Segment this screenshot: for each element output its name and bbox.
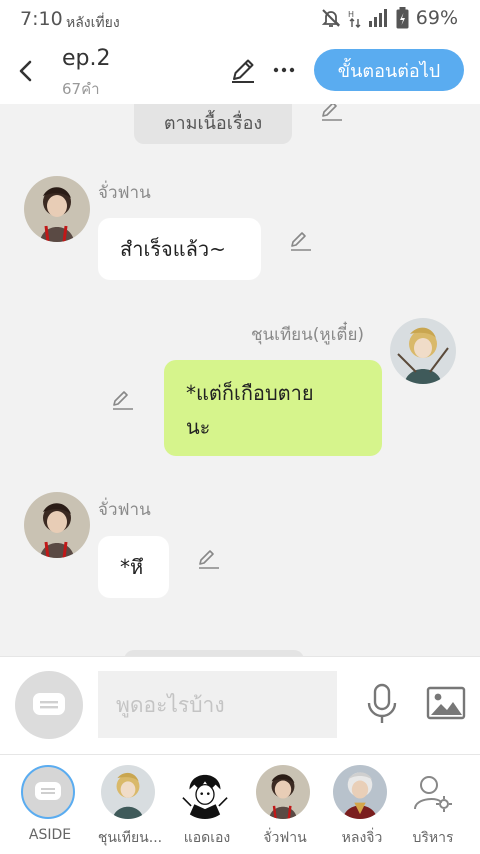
status-icons: H 69%: [321, 7, 458, 29]
chat-bubble-icon: [33, 693, 65, 715]
battery-percent: 69%: [415, 7, 458, 29]
message-bubble[interactable]: สำเร็จแล้ว~: [98, 218, 261, 280]
chat-bubble-icon: [35, 782, 61, 800]
character-longjiu[interactable]: หลงจิ่ว: [322, 765, 402, 853]
character-aside[interactable]: ASIDE: [10, 765, 90, 853]
character-admin[interactable]: แอดเอง: [167, 765, 247, 853]
character-label: ชุนเทียน...: [97, 830, 163, 846]
aside-mode-button[interactable]: [15, 671, 83, 739]
message-input[interactable]: [98, 671, 337, 738]
edit-narration-icon[interactable]: [320, 104, 344, 122]
edit-pencil-icon[interactable]: [229, 56, 257, 84]
message-line: นะ: [186, 415, 211, 439]
svg-text:H: H: [348, 10, 354, 19]
character-chuntian[interactable]: ชุนเทียน...: [90, 765, 170, 853]
status-time: 7:10: [20, 8, 63, 30]
microphone-icon[interactable]: [364, 683, 400, 725]
avatar-juafan[interactable]: [24, 492, 90, 558]
image-icon[interactable]: [426, 685, 466, 721]
message-bubble[interactable]: *หึ: [98, 536, 169, 598]
character-label: แอดเอง: [183, 830, 231, 846]
signal-icon: [368, 9, 387, 27]
back-arrow-icon[interactable]: [14, 56, 38, 86]
network-type-icon: H: [348, 10, 361, 28]
character-label: ASIDE: [28, 827, 72, 843]
input-bar: [0, 656, 480, 754]
top-bar: ep.2 67คำ ขั้นตอนต่อไป: [0, 38, 480, 104]
character-juafan[interactable]: จั่วฟาน: [245, 765, 325, 853]
avatar: [178, 765, 232, 819]
narration-bubble[interactable]: ตามเนื้อเรื่อง: [134, 104, 292, 144]
sender-name: จั่วฟาน: [98, 183, 151, 203]
character-label: จั่วฟาน: [263, 830, 307, 846]
manage-characters-button[interactable]: บริหาร: [393, 765, 473, 853]
character-bar: ASIDE ชุนเทียน... แอดเอง จั่วฟาน หลงจิ่ว…: [0, 754, 480, 854]
sender-name: ชุนเทียน(หูเตี๋ย): [251, 325, 365, 345]
sender-name: จั่วฟาน: [98, 500, 151, 520]
word-count: 67คำ: [62, 80, 100, 98]
page-title: ep.2: [62, 46, 111, 71]
message-line: *แต่ก็เกือบตาย: [186, 381, 314, 405]
avatar: [333, 765, 387, 819]
avatar: [101, 765, 155, 819]
next-step-button[interactable]: ขั้นตอนต่อไป: [314, 49, 464, 91]
character-label: หลงจิ่ว: [341, 830, 383, 846]
battery-icon: [396, 7, 409, 29]
mute-icon: [321, 9, 340, 27]
status-period: หลังเที่ยง: [66, 15, 120, 31]
status-bar: 7:10 หลังเที่ยง H 69%: [0, 0, 480, 38]
edit-message-icon[interactable]: [111, 389, 135, 411]
my-message-bubble[interactable]: *แต่ก็เกือบตายนะ: [164, 360, 382, 456]
manage-users-icon: [414, 776, 452, 812]
edit-message-icon[interactable]: [289, 230, 313, 252]
avatar-chuntian[interactable]: [390, 318, 456, 384]
chat-area[interactable]: ตามเนื้อเรื่อง จั่วฟาน สำเร็จแล้ว~ ชุนเท…: [0, 104, 480, 656]
aside-avatar: [21, 765, 75, 819]
avatar-juafan[interactable]: [24, 176, 90, 242]
avatar: [256, 765, 310, 819]
more-options-icon[interactable]: [270, 56, 298, 84]
edit-message-icon[interactable]: [197, 548, 221, 570]
character-label: บริหาร: [412, 830, 454, 846]
